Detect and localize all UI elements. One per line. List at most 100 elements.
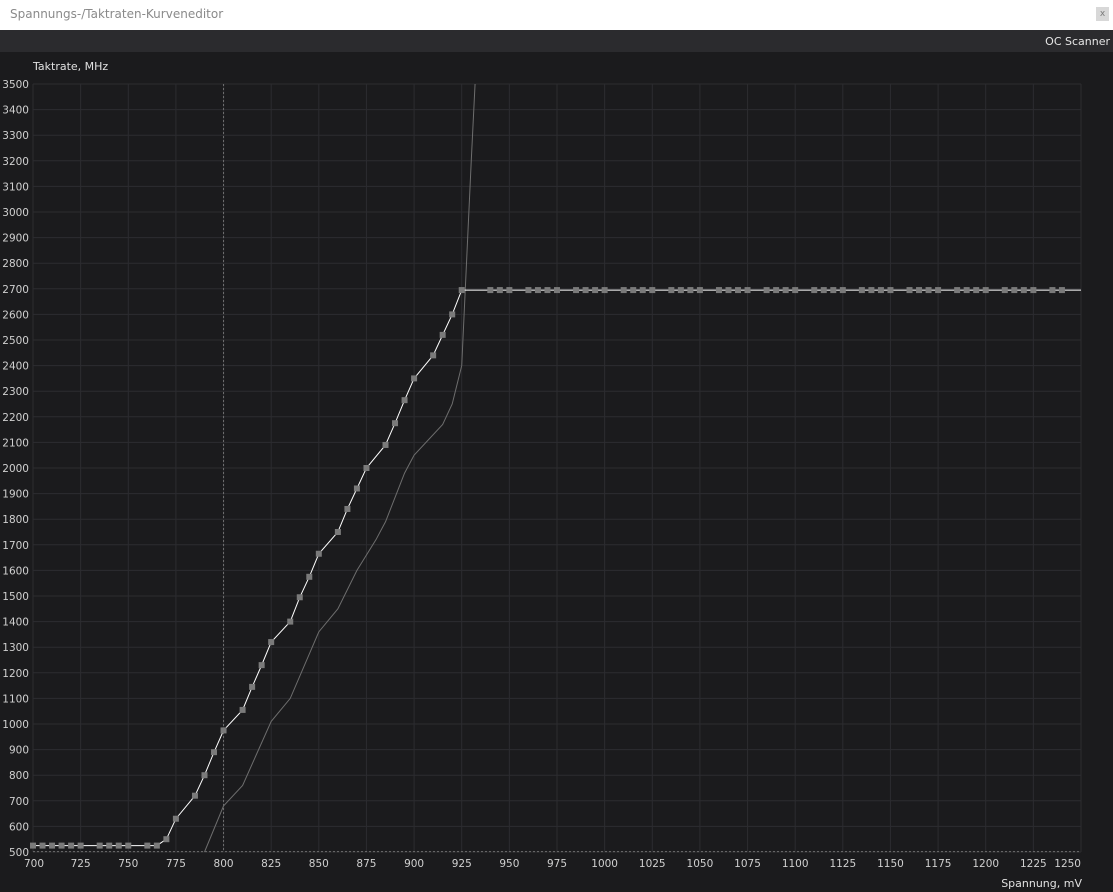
curve-point[interactable] <box>334 529 341 535</box>
y-tick-label: 3000 <box>2 207 29 219</box>
curve-point[interactable] <box>925 287 932 294</box>
curve-point[interactable] <box>820 287 827 294</box>
voltage-frequency-chart[interactable]: 5006007008009001000110012001300140015001… <box>0 0 1113 892</box>
curve-point[interactable] <box>382 441 389 448</box>
curve-point[interactable] <box>696 287 703 294</box>
curve-point[interactable] <box>534 287 541 294</box>
x-tick-label: 1250 <box>1054 858 1081 870</box>
curve-point[interactable] <box>296 594 303 601</box>
x-tick-label: 1025 <box>639 858 666 870</box>
y-tick-labels: 5006007008009001000110012001300140015001… <box>2 79 29 859</box>
curve-point[interactable] <box>430 352 437 359</box>
curve-point[interactable] <box>258 662 265 669</box>
curve-point[interactable] <box>954 287 961 294</box>
x-tick-label: 1000 <box>591 858 618 870</box>
curve-point[interactable] <box>935 287 942 294</box>
curve-point[interactable] <box>725 287 732 294</box>
curve-point[interactable] <box>115 842 122 849</box>
curve-point[interactable] <box>620 287 627 294</box>
curve-point[interactable] <box>839 287 846 294</box>
curve-point[interactable] <box>1049 287 1056 294</box>
curve-point[interactable] <box>887 287 894 294</box>
curve-point[interactable] <box>1011 287 1018 294</box>
curve-point[interactable] <box>1030 287 1037 294</box>
curve-point[interactable] <box>496 287 503 294</box>
curve-point[interactable] <box>773 287 780 294</box>
curve-point[interactable] <box>39 842 46 849</box>
curve-point[interactable] <box>877 287 884 294</box>
curve-point[interactable] <box>439 331 446 338</box>
curve-point[interactable] <box>792 287 799 294</box>
curve-point[interactable] <box>830 287 837 294</box>
curve-point[interactable] <box>96 842 103 849</box>
curve-point[interactable] <box>411 375 418 382</box>
curve-point[interactable] <box>782 287 789 294</box>
curve-point[interactable] <box>735 287 742 294</box>
curve-point[interactable] <box>392 420 399 427</box>
curve-point[interactable] <box>668 287 675 294</box>
curve-point[interactable] <box>601 287 608 294</box>
curve-point[interactable] <box>592 287 599 294</box>
curve-point[interactable] <box>1020 287 1027 294</box>
curve-point[interactable] <box>715 287 722 294</box>
curve-point[interactable] <box>858 287 865 294</box>
y-tick-label: 3500 <box>2 79 29 91</box>
curve-point[interactable] <box>77 842 84 849</box>
curve-point[interactable] <box>49 842 56 849</box>
curve-point[interactable] <box>1001 287 1008 294</box>
curve-point[interactable] <box>973 287 980 294</box>
curve-point[interactable] <box>306 573 313 580</box>
curve-point[interactable] <box>449 311 456 318</box>
curve-point[interactable] <box>763 287 770 294</box>
curve-point[interactable] <box>487 287 494 294</box>
curve-point[interactable] <box>458 287 465 294</box>
curve-point[interactable] <box>677 287 684 294</box>
curve-point[interactable] <box>315 550 322 557</box>
curve-point[interactable] <box>220 727 227 734</box>
curve-point[interactable] <box>906 287 913 294</box>
curve-point[interactable] <box>287 618 294 625</box>
curve-point[interactable] <box>811 287 818 294</box>
x-tick-label: 1050 <box>687 858 714 870</box>
curve-point[interactable] <box>201 772 208 779</box>
curve-point[interactable] <box>544 287 551 294</box>
curve-point[interactable] <box>916 287 923 294</box>
x-tick-label: 1125 <box>829 858 856 870</box>
curve-point[interactable] <box>106 842 113 849</box>
curve-point[interactable] <box>163 836 170 843</box>
x-tick-label: 1175 <box>925 858 952 870</box>
curve-point[interactable] <box>573 287 580 294</box>
curve-point[interactable] <box>363 465 370 471</box>
curve-point[interactable] <box>239 706 246 713</box>
x-tick-label: 725 <box>71 858 91 870</box>
curve-point[interactable] <box>649 287 656 294</box>
curve-point[interactable] <box>144 842 151 849</box>
curve-point[interactable] <box>211 749 218 756</box>
curve-point[interactable] <box>687 287 694 294</box>
curve-point[interactable] <box>30 842 36 849</box>
curve-point[interactable] <box>582 287 589 294</box>
curve-point[interactable] <box>1058 287 1065 294</box>
curve-point[interactable] <box>191 792 198 799</box>
curve-point[interactable] <box>963 287 970 294</box>
curve-point[interactable] <box>353 485 360 492</box>
x-tick-label: 800 <box>214 858 234 870</box>
curve-point[interactable] <box>344 505 351 512</box>
curve-point[interactable] <box>639 287 646 294</box>
curve-point[interactable] <box>68 842 75 849</box>
curve-point[interactable] <box>401 397 408 404</box>
curve-point[interactable] <box>153 842 160 849</box>
curve-point[interactable] <box>868 287 875 294</box>
curve-point[interactable] <box>506 287 513 294</box>
curve-point[interactable] <box>744 287 751 294</box>
curve-point[interactable] <box>630 287 637 294</box>
curve-point[interactable] <box>554 287 560 294</box>
curve-point[interactable] <box>172 815 179 822</box>
curve-point[interactable] <box>249 683 256 690</box>
curve-point[interactable] <box>525 287 532 294</box>
curve-point[interactable] <box>58 842 65 849</box>
curve-point[interactable] <box>268 639 275 646</box>
curve-point[interactable] <box>125 842 132 849</box>
curve-point[interactable] <box>982 287 989 294</box>
y-tick-label: 3300 <box>2 130 29 142</box>
